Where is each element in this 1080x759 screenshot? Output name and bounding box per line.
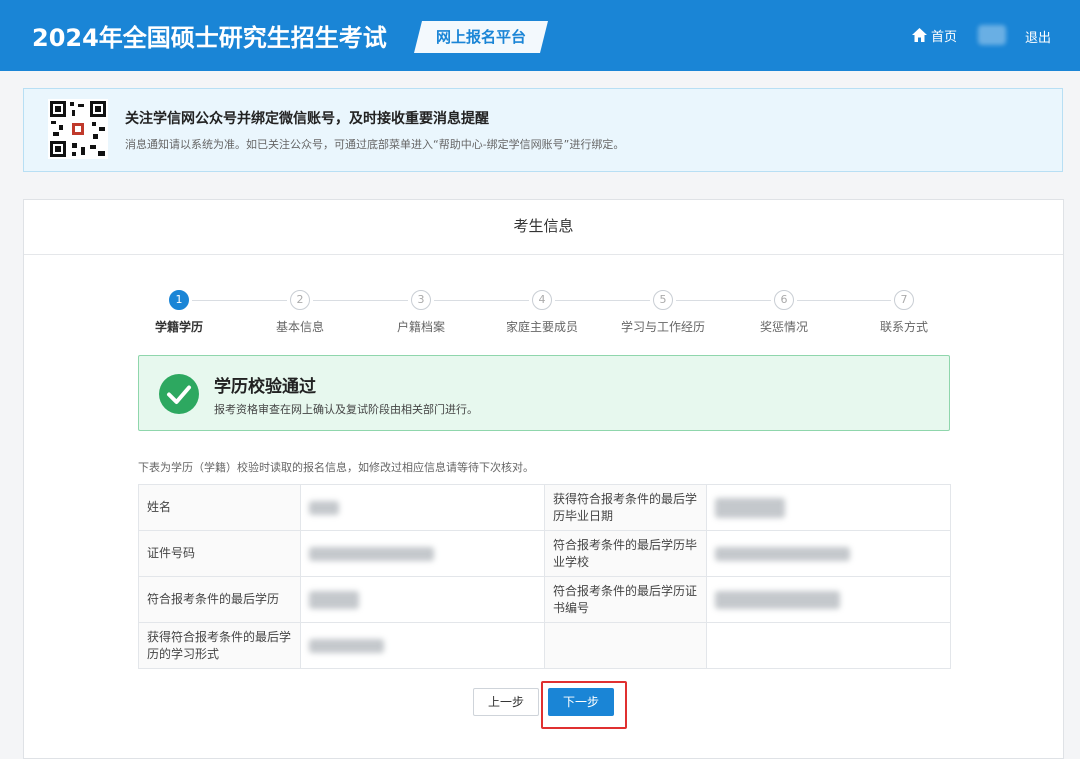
step-connector: [676, 300, 771, 301]
name-value: [300, 484, 545, 531]
platform-tag-label: 网上报名平台: [435, 28, 526, 46]
graduation-school-value: [706, 530, 951, 577]
user-avatar[interactable]: [978, 25, 1006, 45]
step-2-circle: 2: [290, 290, 310, 310]
step-7-label: 联系方式: [879, 320, 928, 334]
site-title: 2024年全国硕士研究生招生考试: [32, 24, 387, 52]
home-link-label: 首页: [931, 29, 958, 45]
next-button-highlight-box: [541, 681, 627, 729]
table-row: 符合报考条件的最后学历 符合报考条件的最后学历证书编号: [138, 576, 951, 623]
id-number-value: [300, 530, 545, 577]
notice-title: 关注学信网公众号并绑定微信账号，及时接收重要消息提醒: [125, 111, 489, 127]
row-label: 符合报考条件的最后学历证书编号: [544, 576, 707, 623]
table-row: 证件号码 符合报考条件的最后学历毕业学校: [138, 530, 951, 577]
step-3-circle: 3: [411, 290, 431, 310]
table-row: 姓名 获得符合报考条件的最后学历毕业日期: [138, 484, 951, 531]
qr-code-icon: [48, 99, 108, 159]
verification-success-banner: 学历校验通过 报考资格审查在网上确认及复试阶段由相关部门进行。: [138, 355, 950, 431]
empty-cell: [706, 622, 951, 669]
row-label: 姓名: [138, 484, 301, 531]
step-7-circle: 7: [894, 290, 914, 310]
study-form-value: [300, 622, 545, 669]
home-link[interactable]: 首页: [912, 26, 958, 45]
table-row: 获得符合报考条件的最后学历的学习形式: [138, 622, 951, 669]
row-label: 证件号码: [138, 530, 301, 577]
wechat-notice: 关注学信网公众号并绑定微信账号，及时接收重要消息提醒 消息通知请以系统为准。如已…: [23, 88, 1063, 172]
step-4-circle: 4: [532, 290, 552, 310]
step-6-circle: 6: [774, 290, 794, 310]
education-level-value: [300, 576, 545, 623]
check-circle-icon: [159, 374, 199, 414]
step-connector: [192, 300, 287, 301]
top-bar: 2024年全国硕士研究生招生考试 网上报名平台 首页 退出: [0, 0, 1080, 71]
table-note: 下表为学历（学籍）校验时读取的报名信息，如修改过相应信息请等待下次核对。: [138, 461, 534, 474]
row-label: 获得符合报考条件的最后学历毕业日期: [544, 484, 707, 531]
success-text: 报考资格审查在网上确认及复试阶段由相关部门进行。: [214, 403, 478, 416]
row-label: 获得符合报考条件的最后学历的学习形式: [138, 622, 301, 669]
card-title: 考生信息: [24, 200, 1063, 255]
platform-tag: 网上报名平台: [414, 21, 548, 53]
notice-text: 消息通知请以系统为准。如已关注公众号，可通过底部菜单进入“帮助中心-绑定学信网账…: [125, 138, 625, 151]
step-3-label: 户籍档案: [396, 320, 445, 334]
success-title: 学历校验通过: [214, 377, 316, 397]
graduation-date-value: [706, 484, 951, 531]
prev-step-button[interactable]: 上一步: [473, 688, 539, 716]
candidate-info-card: 考生信息 1 学籍学历 2 基本信息 3 户籍档案 4 家庭主要成员 5 学习与工作经历 6 奖惩情况…: [23, 199, 1064, 759]
step-connector: [313, 300, 408, 301]
certificate-number-value: [706, 576, 951, 623]
logout-link[interactable]: 退出: [1025, 27, 1051, 46]
info-table: 姓名 获得符合报考条件的最后学历毕业日期 证件号码 符合报考条件的最后学历毕业学…: [138, 484, 951, 669]
step-6-label: 奖惩情况: [759, 320, 808, 334]
step-1-circle: 1: [169, 290, 189, 310]
home-icon: [912, 28, 927, 42]
step-5-label: 学习与工作经历: [620, 320, 705, 334]
step-2-label: 基本信息: [275, 320, 324, 334]
step-connector: [555, 300, 650, 301]
row-label: [544, 622, 707, 669]
step-connector: [434, 300, 529, 301]
step-5-circle: 5: [653, 290, 673, 310]
row-label: 符合报考条件的最后学历: [138, 576, 301, 623]
step-1-label: 学籍学历: [154, 320, 203, 334]
step-connector: [797, 300, 891, 301]
row-label: 符合报考条件的最后学历毕业学校: [544, 530, 707, 577]
step-4-label: 家庭主要成员: [505, 320, 578, 334]
